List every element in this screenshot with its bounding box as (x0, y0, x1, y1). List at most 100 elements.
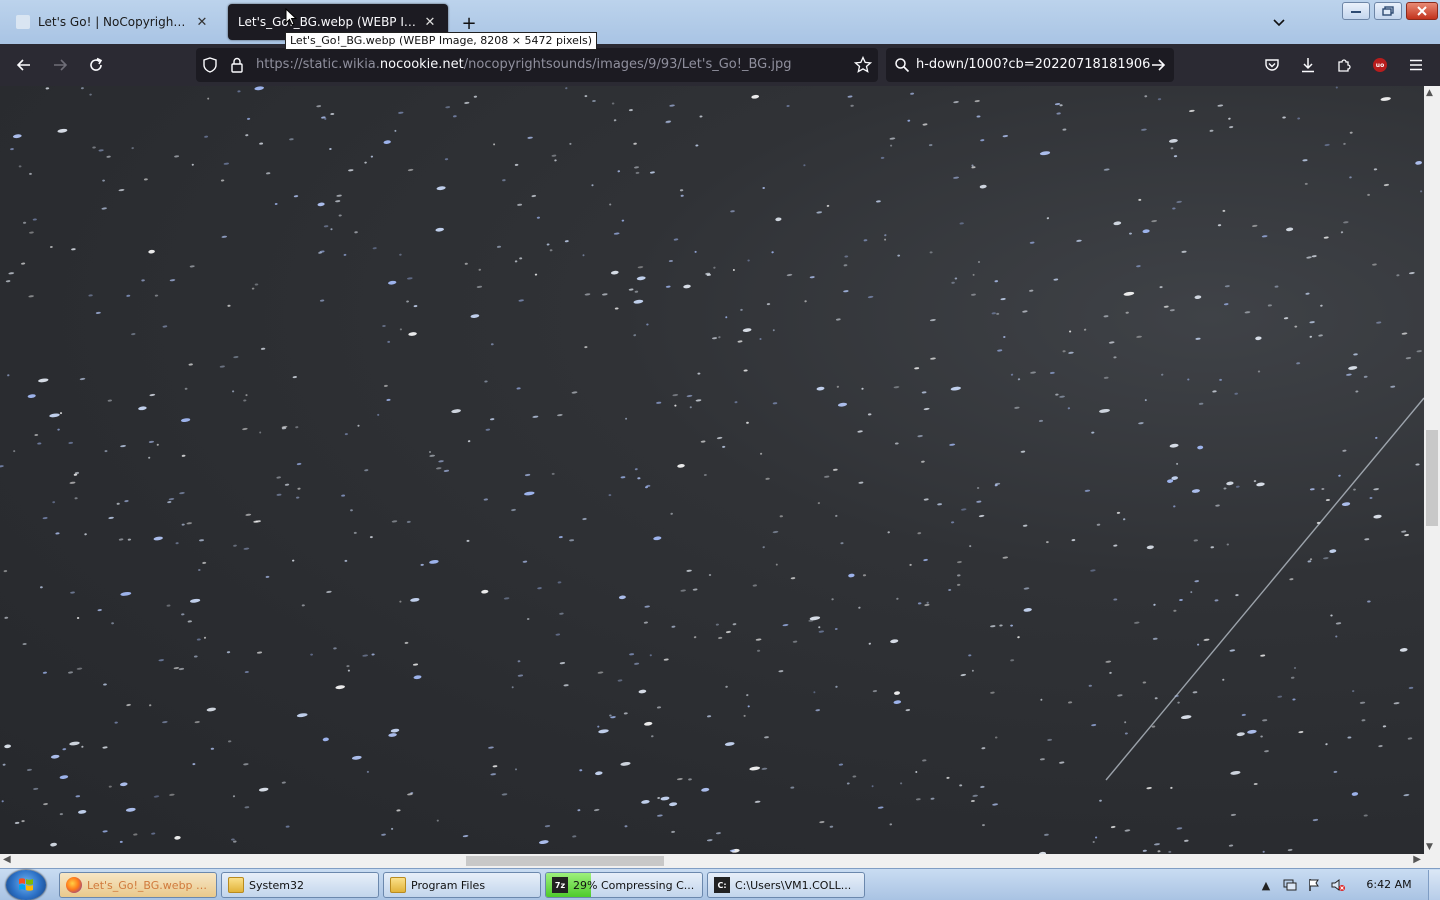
star (97, 609, 102, 612)
star (517, 660, 521, 663)
star (445, 106, 451, 109)
show-hidden-icons-icon[interactable]: ▲ (1258, 877, 1274, 893)
star (1335, 86, 1338, 89)
star (1226, 543, 1229, 546)
horizontal-scroll-thumb[interactable] (466, 856, 664, 866)
star (617, 679, 623, 682)
star (59, 775, 69, 779)
network-icon[interactable] (1282, 877, 1298, 893)
tab-nocopyrightsounds[interactable]: Let's Go! | NoCopyrightSounds ✕ (6, 4, 220, 40)
scroll-right-icon[interactable]: ▶ (1413, 854, 1421, 865)
star (1113, 356, 1117, 359)
scroll-down-icon[interactable]: ▼ (1426, 842, 1433, 852)
star (1342, 449, 1347, 452)
star (476, 285, 483, 288)
star (1363, 375, 1368, 378)
taskbar-item-program-files[interactable]: Program Files (383, 872, 541, 898)
star (629, 653, 635, 656)
star (1157, 850, 1161, 853)
window-close-button[interactable] (1406, 2, 1438, 20)
back-button[interactable] (10, 51, 38, 79)
scroll-up-icon[interactable]: ▲ (1426, 88, 1433, 98)
satellite-trail (1105, 397, 1424, 781)
star (656, 706, 662, 709)
star (1234, 392, 1238, 395)
action-center-flag-icon[interactable] (1306, 877, 1322, 893)
address-bar[interactable]: https://static.wikia.nocookie.net/nocopy… (196, 48, 878, 82)
folder-icon (228, 877, 244, 893)
close-icon[interactable]: ✕ (194, 14, 210, 30)
list-all-tabs-button[interactable] (1268, 12, 1290, 32)
star (1194, 580, 1199, 583)
star (1062, 350, 1066, 353)
star (143, 178, 148, 181)
star (111, 622, 114, 625)
star (488, 746, 494, 749)
reload-button[interactable] (82, 51, 110, 79)
shield-icon[interactable] (202, 57, 218, 73)
forward-button[interactable] (46, 51, 74, 79)
taskbar-item-firefox[interactable]: Let's_Go!_BG.webp (... (59, 872, 217, 898)
start-button[interactable] (6, 870, 46, 900)
extensions-button[interactable] (1332, 53, 1356, 77)
new-tab-button[interactable]: + (458, 12, 480, 34)
taskbar-item-system32[interactable]: System32 (221, 872, 379, 898)
mouse-cursor-icon (285, 8, 297, 26)
star (49, 413, 60, 418)
star (1110, 825, 1116, 829)
star (1222, 209, 1226, 212)
star (319, 299, 325, 302)
star (50, 754, 60, 759)
star (809, 276, 815, 279)
star (775, 217, 782, 222)
downloads-button[interactable] (1296, 53, 1320, 77)
star (226, 651, 231, 654)
system-clock[interactable]: 6:42 AM (1358, 869, 1420, 900)
star (637, 477, 641, 480)
arrow-right-icon[interactable] (1150, 57, 1166, 73)
star (1059, 395, 1065, 398)
star (1407, 737, 1413, 740)
star (1092, 840, 1095, 844)
star (464, 101, 470, 104)
restore-button[interactable] (1374, 2, 1402, 20)
star (672, 394, 679, 397)
show-desktop-button[interactable] (1428, 870, 1440, 900)
star (544, 825, 551, 828)
app-menu-button[interactable] (1404, 53, 1428, 77)
scroll-left-icon[interactable]: ◀ (3, 854, 11, 865)
star (1256, 482, 1265, 487)
lock-icon[interactable] (230, 57, 244, 73)
star (4, 616, 9, 619)
star (462, 835, 469, 838)
star (1108, 341, 1115, 344)
star (276, 476, 281, 479)
star (689, 406, 692, 409)
vertical-scrollbar[interactable]: ▲ ▼ (1424, 86, 1440, 854)
search-bar[interactable]: h-down/1000?cb=20220718181906 (886, 48, 1174, 82)
star (968, 654, 972, 657)
taskbar-item-7zip[interactable]: 7z 29% Compressing C... (545, 872, 703, 898)
star (330, 112, 335, 116)
star (28, 295, 34, 298)
close-icon[interactable]: ✕ (422, 14, 438, 30)
image-viewport[interactable] (0, 86, 1424, 854)
star (1241, 713, 1246, 716)
star (1228, 844, 1234, 847)
star (1095, 836, 1098, 839)
star (174, 835, 181, 840)
url-text[interactable]: https://static.wikia.nocookie.net/nocopy… (256, 48, 791, 82)
pocket-button[interactable] (1260, 53, 1284, 77)
ublock-origin-button[interactable]: uo (1368, 53, 1392, 77)
star (1163, 305, 1169, 308)
taskbar-item-command-prompt[interactable]: C: C:\Users\VM1.COLL... (707, 872, 865, 898)
search-input[interactable]: h-down/1000?cb=20220718181906 (916, 48, 1150, 82)
horizontal-scrollbar[interactable]: ◀ ▶ (0, 854, 1424, 868)
star (707, 715, 712, 718)
star (383, 384, 388, 387)
star (292, 559, 295, 562)
vertical-scroll-thumb[interactable] (1426, 430, 1438, 526)
star-icon[interactable] (854, 56, 872, 74)
volume-muted-icon[interactable] (1330, 877, 1346, 893)
minimize-button[interactable] (1342, 2, 1370, 20)
